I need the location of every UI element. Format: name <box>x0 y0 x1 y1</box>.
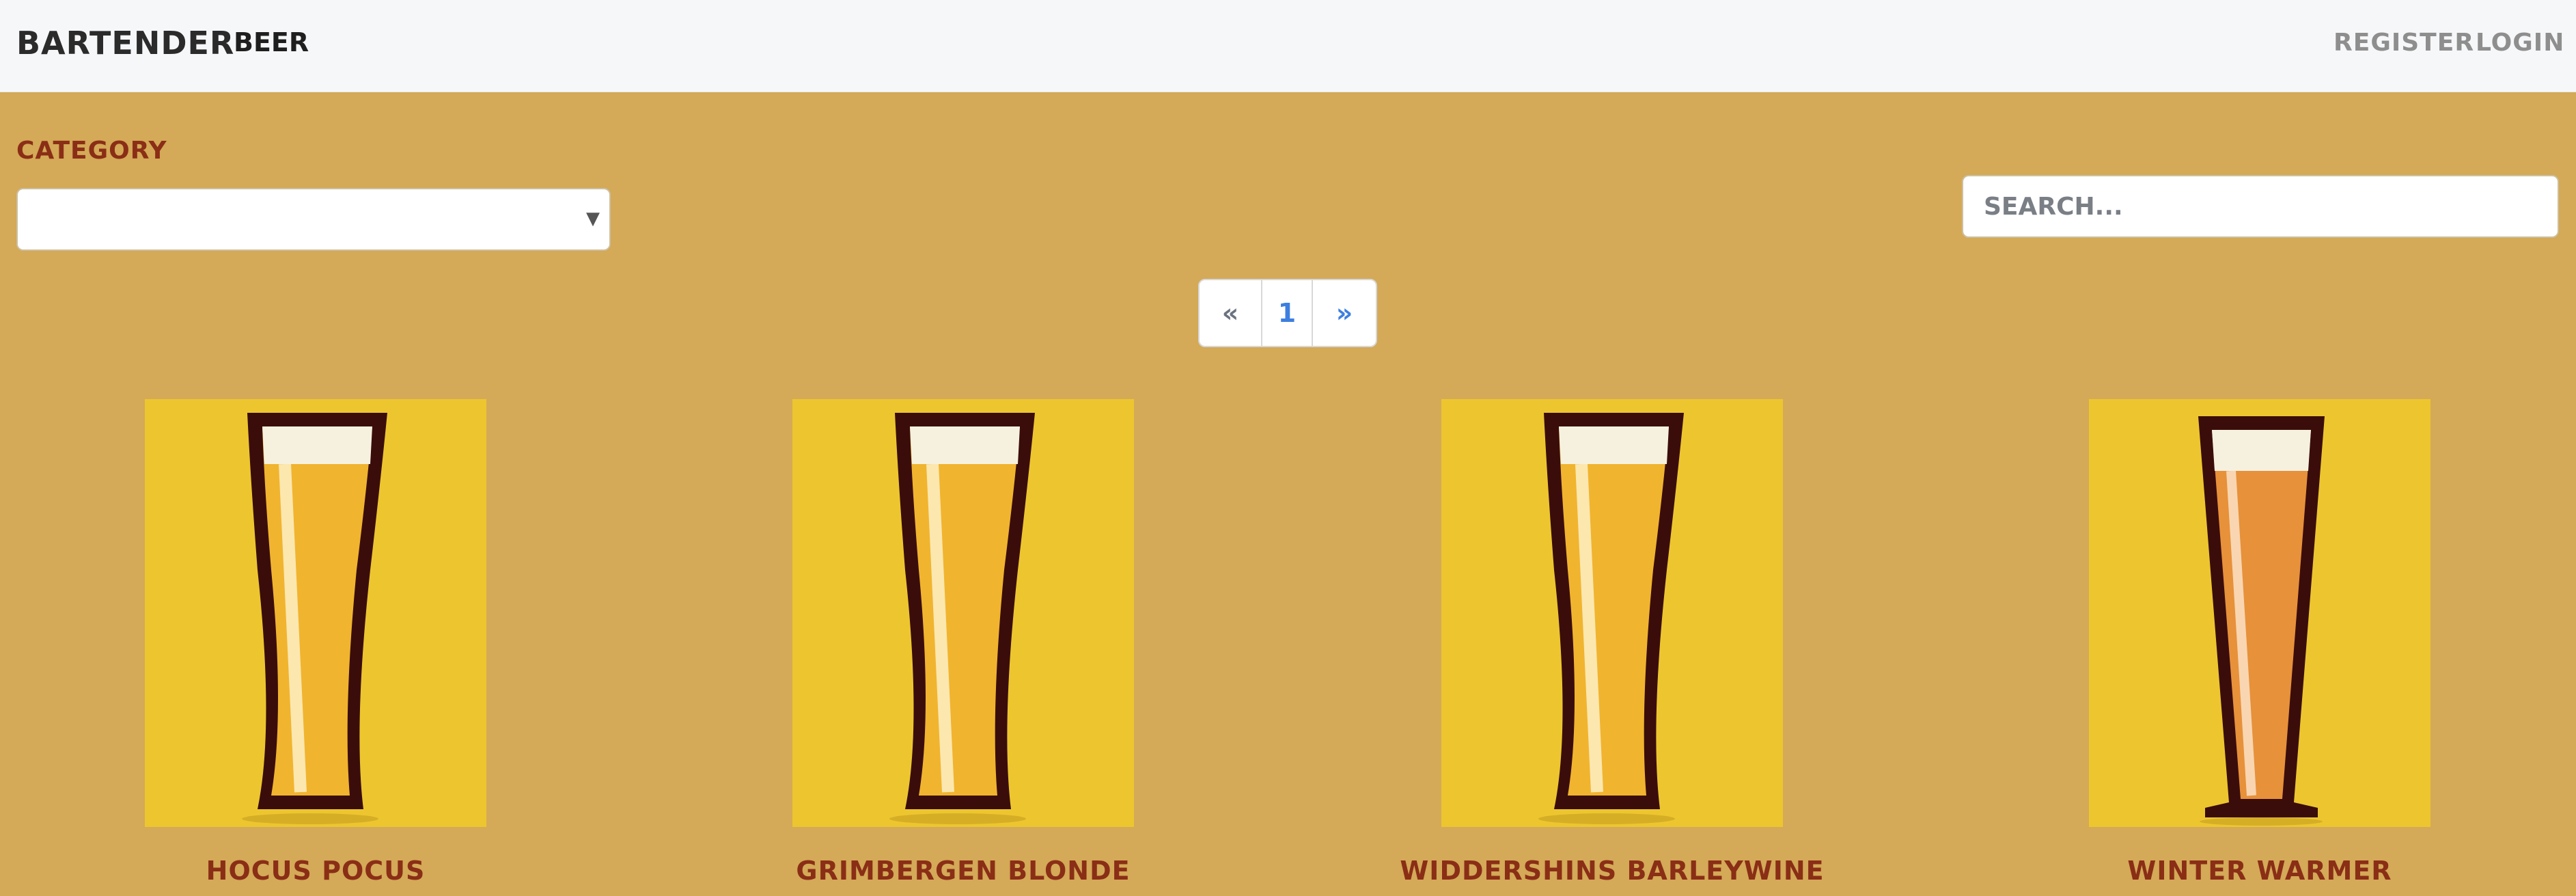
pagination-page-1[interactable]: 1 <box>1262 280 1313 346</box>
pagination-next-button[interactable]: » <box>1313 280 1376 346</box>
category-label: CATEGORY <box>16 137 167 165</box>
chevron-down-icon: ▼ <box>586 208 600 229</box>
category-select[interactable]: ▼ <box>16 188 611 251</box>
weizen-glass-icon <box>242 413 387 824</box>
beer-card-image[interactable] <box>2089 399 2430 827</box>
login-link[interactable]: LOGIN <box>2476 29 2564 57</box>
beer-card-image[interactable] <box>792 399 1134 827</box>
top-navbar: BARTENDER BEER REGISTER LOGIN <box>0 0 2576 92</box>
beer-card-image[interactable] <box>145 399 486 827</box>
beer-card-name[interactable]: WIDDERSHINS BARLEYWINE <box>1373 856 1851 886</box>
pilsner-glass-icon <box>2198 416 2325 826</box>
brand-logo[interactable]: BARTENDER <box>16 25 234 62</box>
register-link[interactable]: REGISTER <box>2333 29 2474 57</box>
beer-card-name[interactable]: HOCUS POCUS <box>77 856 555 886</box>
beer-card-name[interactable]: GRIMBERGEN BLONDE <box>724 856 1202 886</box>
search-input[interactable] <box>1963 176 2558 236</box>
nav-link-beer[interactable]: BEER <box>234 27 309 57</box>
beer-card-image[interactable] <box>1441 399 1783 827</box>
search-field[interactable] <box>1962 175 2559 238</box>
beer-card-name[interactable]: WINTER WARMER <box>2021 856 2499 886</box>
weizen-glass-icon <box>889 413 1035 824</box>
pagination-prev-button[interactable]: « <box>1200 280 1262 346</box>
pagination: « 1 » <box>1198 279 1377 347</box>
weizen-glass-icon <box>1538 413 1684 824</box>
